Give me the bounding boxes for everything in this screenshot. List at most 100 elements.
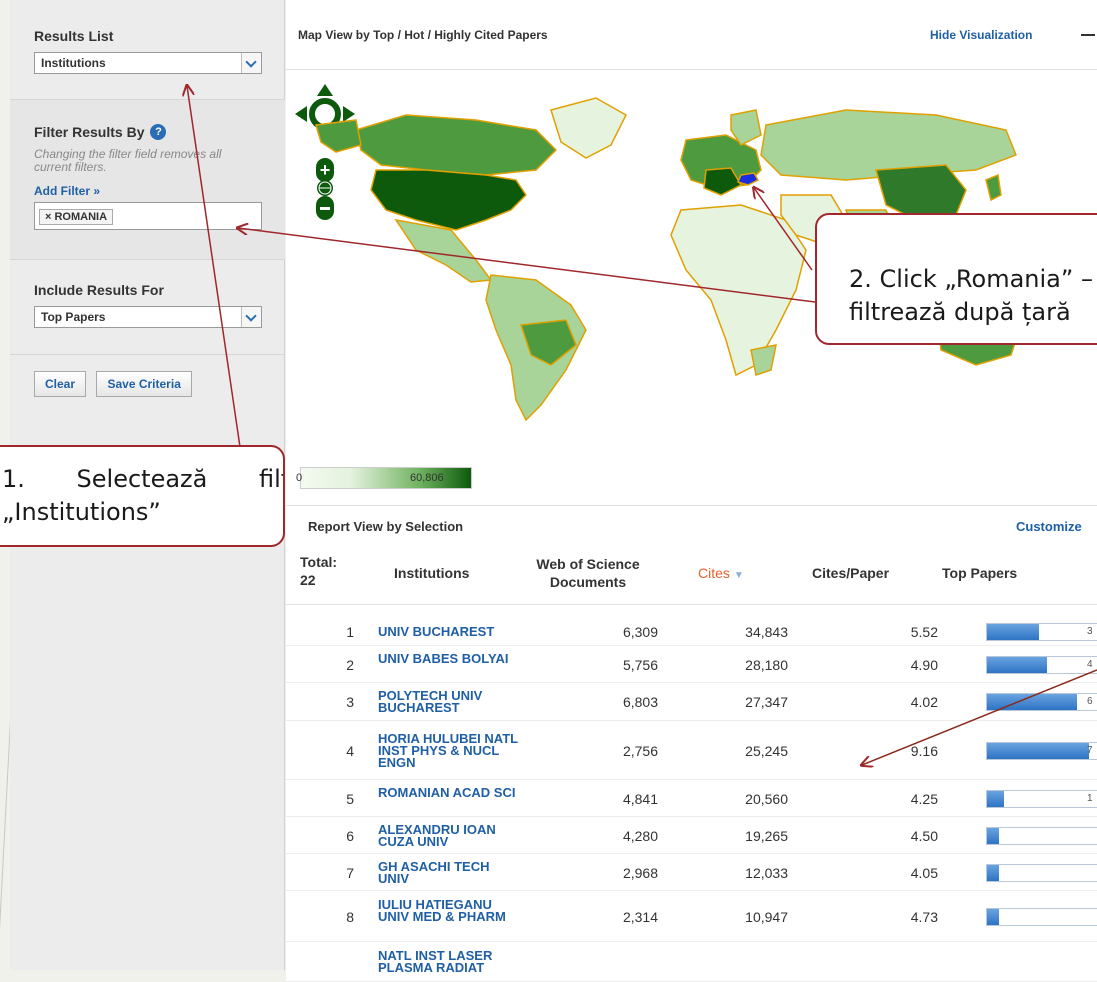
instruction-callout-2: 2. Click „Romania” – se filtrează după ț… bbox=[815, 213, 1097, 345]
results-list-select[interactable]: Institutions bbox=[34, 52, 262, 74]
table-row: 2 UNIV BABES BOLYAI 5,756 28,180 4.90 4 bbox=[286, 646, 1097, 683]
top-papers-bar-fill bbox=[987, 827, 999, 844]
chevron-down-icon[interactable] bbox=[241, 307, 261, 327]
wos-documents-value: 4,841 bbox=[622, 790, 658, 807]
top-papers-bar-fill bbox=[987, 656, 1047, 673]
cites-per-paper-value: 4.25 bbox=[910, 790, 938, 807]
cites-value: 10,947 bbox=[745, 908, 788, 925]
institution-link[interactable]: POLYTECH UNIV BUCHAREST bbox=[378, 689, 518, 714]
column-header-top-papers[interactable]: Top Papers bbox=[942, 565, 1017, 581]
clear-button[interactable]: Clear bbox=[34, 371, 87, 397]
legend-max-value: 60,806 bbox=[410, 472, 444, 484]
cites-per-paper-value: 5.52 bbox=[910, 624, 938, 640]
filter-note: Changing the filter field removes all cu… bbox=[34, 147, 222, 174]
callout-1-line-1: 1. Selectează filtrul bbox=[2, 465, 283, 493]
row-rank: 2 bbox=[346, 656, 354, 673]
cites-header-label: Cites bbox=[698, 565, 730, 581]
include-results-select[interactable]: Top Papers bbox=[34, 306, 262, 328]
top-papers-bar bbox=[986, 826, 1097, 845]
callout-2-line-1: 2. Click „Romania” – se bbox=[849, 265, 1097, 293]
report-title: Report View by Selection bbox=[308, 519, 464, 534]
column-header-cites[interactable]: Cites ▼ bbox=[698, 565, 744, 581]
sort-desc-icon[interactable]: ▼ bbox=[734, 570, 744, 581]
row-rank: 8 bbox=[346, 908, 354, 925]
total-count: Total: 22 bbox=[300, 553, 337, 589]
cites-value: 19,265 bbox=[745, 827, 788, 844]
svg-text:+: + bbox=[320, 160, 331, 180]
table-row: 6 ALEXANDRU IOAN CUZA UNIV 4,280 19,265 4.50 bbox=[286, 817, 1097, 854]
institution-link[interactable]: IULIU HATIEGANU UNIV MED & PHARM bbox=[378, 898, 518, 923]
column-header-institutions[interactable]: Institutions bbox=[394, 565, 469, 581]
institution-link[interactable]: UNIV BUCHAREST bbox=[378, 625, 518, 638]
table-row: 3 POLYTECH UNIV BUCHAREST 6,803 27,347 4.02 6 bbox=[286, 683, 1097, 721]
collapse-icon[interactable] bbox=[1081, 34, 1095, 36]
filter-section: Filter Results By ? Changing the filter … bbox=[10, 100, 285, 260]
institution-link[interactable]: GH ASACHI TECH UNIV bbox=[378, 860, 518, 885]
customize-link[interactable]: Customize bbox=[1016, 519, 1082, 534]
row-rank: 1 bbox=[346, 624, 354, 640]
cites-value: 20,560 bbox=[745, 790, 788, 807]
map-title: Map View by Top / Hot / Highly Cited Pap… bbox=[298, 28, 548, 42]
add-filter-link[interactable]: Add Filter » bbox=[34, 184, 261, 198]
top-papers-bar-label: 4 bbox=[1087, 658, 1093, 670]
criteria-buttons: Clear Save Criteria bbox=[10, 355, 285, 445]
callout-1-line-2: „Institutions” bbox=[2, 498, 161, 526]
top-papers-bar bbox=[986, 907, 1097, 926]
zoom-in-icon[interactable]: + bbox=[316, 158, 334, 182]
top-papers-bar-label: 6 bbox=[1087, 696, 1093, 707]
help-icon[interactable]: ? bbox=[150, 124, 167, 140]
wos-documents-value: 2,314 bbox=[622, 908, 658, 925]
instruction-callout-1: 1. Selectează filtrul „Institutions” bbox=[0, 445, 285, 547]
institution-link[interactable]: NATL INST LASER PLASMA RADIAT bbox=[378, 949, 518, 974]
table-row: 4 HORIA HULUBEI NATL INST PHYS & NUCL ENG… bbox=[286, 721, 1097, 780]
wos-documents-value: 4,280 bbox=[622, 827, 658, 844]
cites-per-paper-value: 4.50 bbox=[910, 827, 938, 844]
top-papers-bar-fill bbox=[987, 790, 1004, 807]
row-rank: 5 bbox=[346, 790, 354, 807]
top-papers-bar-label: 3 bbox=[1087, 626, 1093, 637]
top-papers-bar-fill bbox=[987, 908, 999, 925]
top-papers-bar-fill bbox=[987, 694, 1077, 710]
filter-heading-label: Filter Results By bbox=[34, 124, 145, 140]
table-header: Total: 22 Institutions Web of Science Do… bbox=[286, 545, 1097, 605]
table-row: 1 UNIV BUCHAREST 6,309 34,843 5.52 3 bbox=[286, 618, 1097, 646]
top-papers-bar: 1 bbox=[986, 789, 1097, 808]
save-criteria-button[interactable]: Save Criteria bbox=[96, 371, 192, 397]
callout-2-line-2: filtrează după țară bbox=[849, 298, 1071, 326]
top-papers-bar-label: 1 bbox=[1087, 792, 1093, 804]
globe-icon[interactable] bbox=[317, 180, 333, 196]
row-rank: 6 bbox=[346, 827, 354, 844]
row-rank: 7 bbox=[346, 864, 354, 881]
wos-documents-value: 5,756 bbox=[622, 656, 658, 673]
wos-documents-value: 6,803 bbox=[622, 694, 658, 710]
top-papers-bar-fill bbox=[987, 864, 999, 881]
institution-link[interactable]: UNIV BABES BOLYAI bbox=[378, 652, 518, 665]
table-row: 8 IULIU HATIEGANU UNIV MED & PHARM 2,314 10… bbox=[286, 891, 1097, 942]
map-header: Map View by Top / Hot / Highly Cited Pap… bbox=[286, 0, 1097, 70]
institution-link[interactable]: ROMANIAN ACAD SCI bbox=[378, 786, 518, 799]
zoom-out-icon[interactable] bbox=[316, 196, 334, 220]
total-label: Total: bbox=[300, 554, 338, 570]
filter-input-box[interactable]: × ROMANIA bbox=[34, 202, 262, 230]
column-header-cites-per-paper[interactable]: Cites/Paper bbox=[812, 565, 889, 581]
filter-chip-romania[interactable]: × ROMANIA bbox=[39, 209, 114, 225]
total-value: 22 bbox=[300, 572, 316, 588]
cites-per-paper-value: 4.02 bbox=[910, 694, 938, 710]
wos-documents-value: 2,968 bbox=[622, 864, 658, 881]
top-papers-bar: 7 bbox=[986, 741, 1097, 760]
hide-visualization-link[interactable]: Hide Visualization bbox=[930, 28, 1032, 42]
cites-per-paper-value: 9.16 bbox=[910, 742, 938, 759]
filter-heading: Filter Results By ? bbox=[34, 124, 261, 140]
column-header-wos-documents[interactable]: Web of Science Documents bbox=[518, 555, 658, 591]
institution-link[interactable]: ALEXANDRU IOAN CUZA UNIV bbox=[378, 823, 518, 848]
cites-value: 34,843 bbox=[745, 624, 788, 640]
include-results-selected-value: Top Papers bbox=[41, 310, 106, 324]
top-papers-bar: 3 bbox=[986, 623, 1097, 641]
cites-value: 27,347 bbox=[745, 694, 788, 710]
main-panel: Map View by Top / Hot / Highly Cited Pap… bbox=[286, 0, 1097, 982]
row-rank: 4 bbox=[346, 742, 354, 759]
chevron-down-icon[interactable] bbox=[241, 53, 261, 73]
cites-value: 12,033 bbox=[745, 864, 788, 881]
results-list-selected-value: Institutions bbox=[41, 56, 106, 70]
institution-link[interactable]: HORIA HULUBEI NATL INST PHYS & NUCL ENGN bbox=[378, 732, 518, 769]
